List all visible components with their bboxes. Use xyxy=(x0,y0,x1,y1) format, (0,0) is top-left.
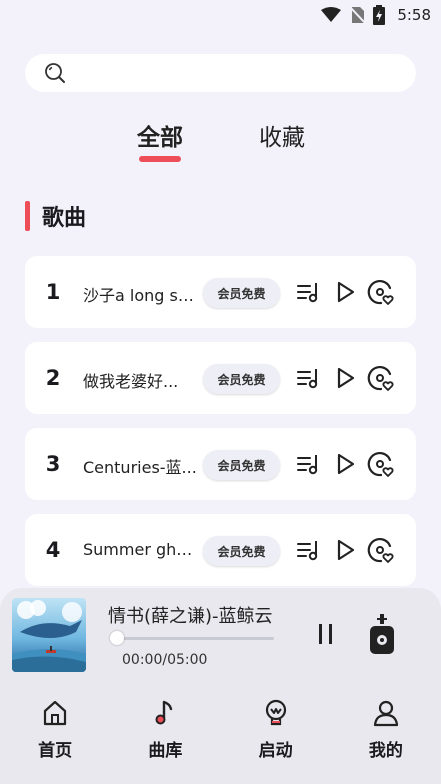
song-index: 1 xyxy=(45,280,61,304)
nav-item-home[interactable]: 首页 xyxy=(0,680,110,784)
add-to-queue-icon[interactable] xyxy=(295,364,323,392)
play-icon[interactable] xyxy=(331,278,359,306)
nav-label-library: 曲库 xyxy=(148,741,183,761)
song-title[interactable]: 沙子a long st... xyxy=(83,282,197,306)
section-title: 歌曲 xyxy=(42,206,87,231)
favorite-disc-icon[interactable] xyxy=(367,450,395,478)
play-icon[interactable] xyxy=(331,364,359,392)
play-icon[interactable] xyxy=(331,450,359,478)
nav-label-launch: 启动 xyxy=(258,741,293,761)
user-icon xyxy=(373,700,398,727)
tab-bar: 全部 收藏 xyxy=(0,118,441,168)
wifi-icon xyxy=(321,7,342,22)
song-index: 2 xyxy=(45,366,61,390)
song-row[interactable]: 2 做我老婆好... 会员免费 xyxy=(25,342,416,414)
album-art[interactable] xyxy=(12,598,86,672)
status-bar: 5:58 xyxy=(0,0,441,30)
song-title[interactable]: Summer gho... xyxy=(83,540,197,559)
mini-player[interactable]: 情书(薛之谦)-蓝鲸云 00:00/05:00 xyxy=(0,588,441,680)
vip-free-badge: 会员免费 xyxy=(203,450,280,480)
favorite-disc-icon[interactable] xyxy=(367,536,395,564)
add-to-queue-icon[interactable] xyxy=(295,278,323,306)
play-icon[interactable] xyxy=(331,536,359,564)
section-header: 歌曲 xyxy=(25,200,86,232)
music-note-icon xyxy=(155,700,173,725)
song-title[interactable]: 做我老婆好... xyxy=(83,368,197,392)
song-row[interactable]: 3 Centuries-蓝... 会员免费 xyxy=(25,428,416,500)
battery-icon xyxy=(373,5,386,25)
home-icon xyxy=(44,700,67,726)
search-bar[interactable] xyxy=(25,54,416,92)
vip-free-badge: 会员免费 xyxy=(203,536,280,566)
song-index: 4 xyxy=(45,538,61,562)
song-index: 3 xyxy=(45,452,61,476)
bottom-nav: 首页 曲库 启动 我的 xyxy=(0,680,441,784)
search-icon xyxy=(45,63,65,83)
nav-label-home: 首页 xyxy=(38,741,73,761)
pause-icon[interactable] xyxy=(314,621,338,647)
status-time: 5:58 xyxy=(397,6,431,24)
tab-active-indicator xyxy=(139,156,181,162)
song-title[interactable]: Centuries-蓝... xyxy=(83,454,197,478)
add-to-queue-icon[interactable] xyxy=(295,450,323,478)
search-input[interactable] xyxy=(75,64,416,82)
tab-favorites[interactable]: 收藏 xyxy=(237,118,327,152)
tab-all[interactable]: 全部 xyxy=(115,118,205,152)
vip-free-badge: 会员免费 xyxy=(203,278,280,308)
favorite-disc-icon[interactable] xyxy=(367,364,395,392)
favorite-disc-icon[interactable] xyxy=(367,278,395,306)
playback-time: 00:00/05:00 xyxy=(122,652,208,668)
nav-label-profile: 我的 xyxy=(368,741,403,761)
nav-item-library[interactable]: 曲库 xyxy=(110,680,220,784)
now-playing-title: 情书(薛之谦)-蓝鲸云 xyxy=(108,606,273,627)
song-row[interactable]: 4 Summer gho... 会员免费 xyxy=(25,514,416,586)
song-row[interactable]: 1 沙子a long st... 会员免费 xyxy=(25,256,416,328)
no-sim-icon xyxy=(349,6,366,24)
launch-icon xyxy=(265,699,286,726)
section-accent-bar xyxy=(25,201,30,231)
nav-item-launch[interactable]: 启动 xyxy=(221,680,331,784)
device-launch-icon[interactable] xyxy=(368,614,396,656)
add-to-queue-icon[interactable] xyxy=(295,536,323,564)
progress-bar[interactable] xyxy=(114,637,274,640)
nav-item-profile[interactable]: 我的 xyxy=(331,680,441,784)
progress-knob[interactable] xyxy=(110,631,124,645)
vip-free-badge: 会员免费 xyxy=(203,364,280,394)
